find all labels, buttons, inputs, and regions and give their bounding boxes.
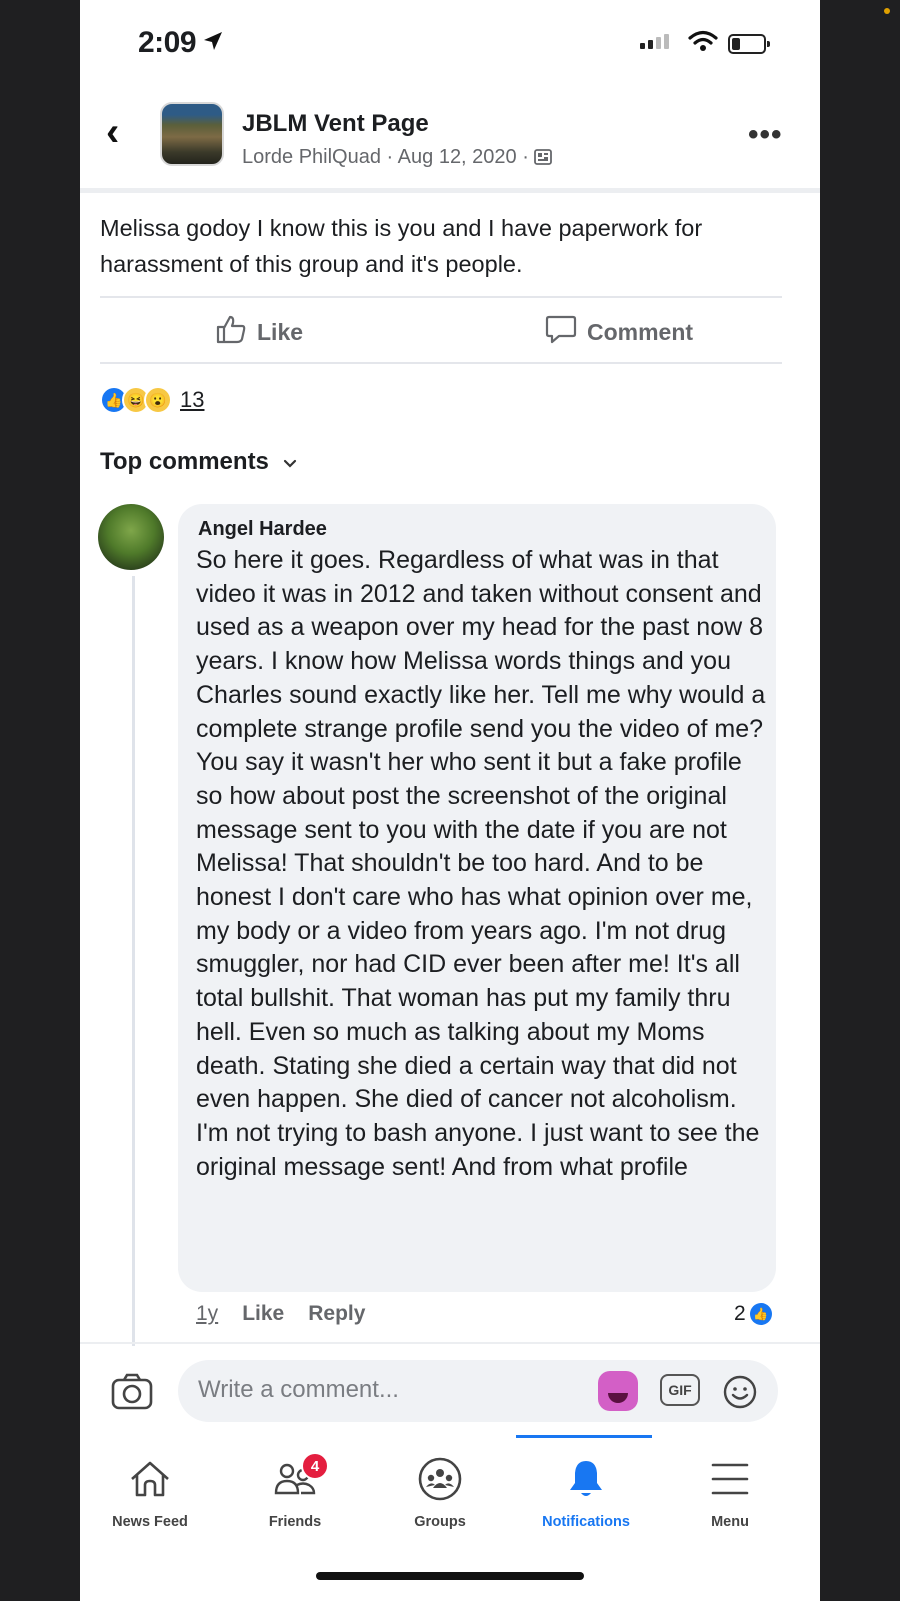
nav-label: Groups xyxy=(414,1514,466,1530)
bell-icon xyxy=(565,1450,607,1508)
status-time: 2:09 xyxy=(138,26,224,60)
battery-icon xyxy=(728,34,770,54)
comment-reaction-count: 2 xyxy=(734,1302,746,1325)
location-arrow-icon xyxy=(202,26,224,60)
comment-input[interactable] xyxy=(198,1376,578,1404)
group-privacy-icon xyxy=(534,146,553,168)
comment-reactions[interactable]: 2 👍 xyxy=(734,1302,772,1326)
divider xyxy=(100,296,782,298)
post-reactions[interactable]: 👍 😆 😮 13 xyxy=(100,386,204,414)
comment-like-button[interactable]: Like xyxy=(242,1302,284,1326)
comment-actions: 1y Like Reply xyxy=(196,1302,365,1326)
like-reaction-icon: 👍 xyxy=(749,1303,772,1325)
comment-bubble: Angel Hardee So here it goes. Regardless… xyxy=(178,504,776,1292)
nav-menu[interactable]: Menu xyxy=(660,1440,800,1530)
divider xyxy=(80,188,820,193)
more-options-button[interactable]: ••• xyxy=(748,118,783,152)
comment-time[interactable]: 1y xyxy=(196,1302,218,1326)
status-time-text: 2:09 xyxy=(138,26,197,59)
comment-text: So here it goes. Regardless of what was … xyxy=(196,546,766,1181)
back-button[interactable]: ‹ xyxy=(106,112,119,152)
comment-label: Comment xyxy=(587,318,694,345)
post-date[interactable]: Aug 12, 2020 xyxy=(398,146,517,168)
emoji-icon[interactable] xyxy=(722,1374,758,1415)
post-author[interactable]: Lorde PhilQuad xyxy=(242,146,381,168)
gif-button[interactable]: GIF xyxy=(660,1374,700,1406)
commenter-name[interactable]: Angel Hardee xyxy=(198,518,327,541)
group-avatar[interactable] xyxy=(160,102,224,166)
post-meta: Lorde PhilQuad · Aug 12, 2020 · xyxy=(242,146,553,169)
meta-separator: · xyxy=(522,146,535,168)
group-name[interactable]: JBLM Vent Page xyxy=(242,110,429,138)
friends-icon: 4 xyxy=(273,1450,329,1508)
commenter-avatar[interactable] xyxy=(98,504,164,570)
like-label: Like xyxy=(257,318,304,345)
thumbs-up-icon xyxy=(215,314,247,350)
nav-news-feed[interactable]: News Feed xyxy=(80,1440,220,1530)
nav-friends[interactable]: 4 Friends xyxy=(225,1440,365,1530)
wifi-icon xyxy=(688,30,718,57)
reaction-count[interactable]: 13 xyxy=(180,387,204,413)
menu-icon xyxy=(710,1450,750,1508)
comment-button[interactable]: Comment xyxy=(545,314,693,350)
meta-separator: · xyxy=(386,146,398,168)
divider xyxy=(100,362,782,364)
comment-sort-dropdown[interactable]: Top comments xyxy=(100,448,297,476)
nav-notifications[interactable]: Notifications xyxy=(516,1440,656,1530)
home-indicator[interactable] xyxy=(316,1572,584,1580)
nav-label: Menu xyxy=(711,1514,749,1530)
home-icon xyxy=(128,1450,172,1508)
chevron-down-icon xyxy=(283,448,297,476)
signal-icon xyxy=(640,34,669,49)
divider xyxy=(80,1342,820,1344)
thread-line xyxy=(132,576,135,1346)
like-button[interactable]: Like xyxy=(215,314,303,350)
wow-reaction-icon: 😮 xyxy=(144,386,172,414)
comment-sort-label: Top comments xyxy=(100,448,269,475)
nav-label: News Feed xyxy=(112,1514,188,1530)
comment-reply-button[interactable]: Reply xyxy=(308,1302,365,1326)
avatar-sticker-button[interactable] xyxy=(598,1371,638,1411)
bottom-nav: News Feed 4 Friends Groups Notifications… xyxy=(80,1440,820,1550)
notification-dot xyxy=(884,8,890,14)
groups-icon xyxy=(417,1450,463,1508)
nav-label: Notifications xyxy=(542,1514,630,1530)
active-tab-indicator xyxy=(516,1435,652,1438)
phone-screen: 2:09 ‹ JBLM Vent Page Lorde PhilQuad · A… xyxy=(80,0,820,1601)
camera-icon[interactable] xyxy=(110,1372,154,1417)
comment-composer[interactable]: GIF xyxy=(178,1360,778,1422)
nav-label: Friends xyxy=(268,1514,322,1530)
nav-groups[interactable]: Groups xyxy=(370,1440,510,1530)
comment-icon xyxy=(545,314,577,350)
friends-badge: 4 xyxy=(301,1452,329,1480)
post-text: Melissa godoy I know this is you and I h… xyxy=(100,215,703,277)
